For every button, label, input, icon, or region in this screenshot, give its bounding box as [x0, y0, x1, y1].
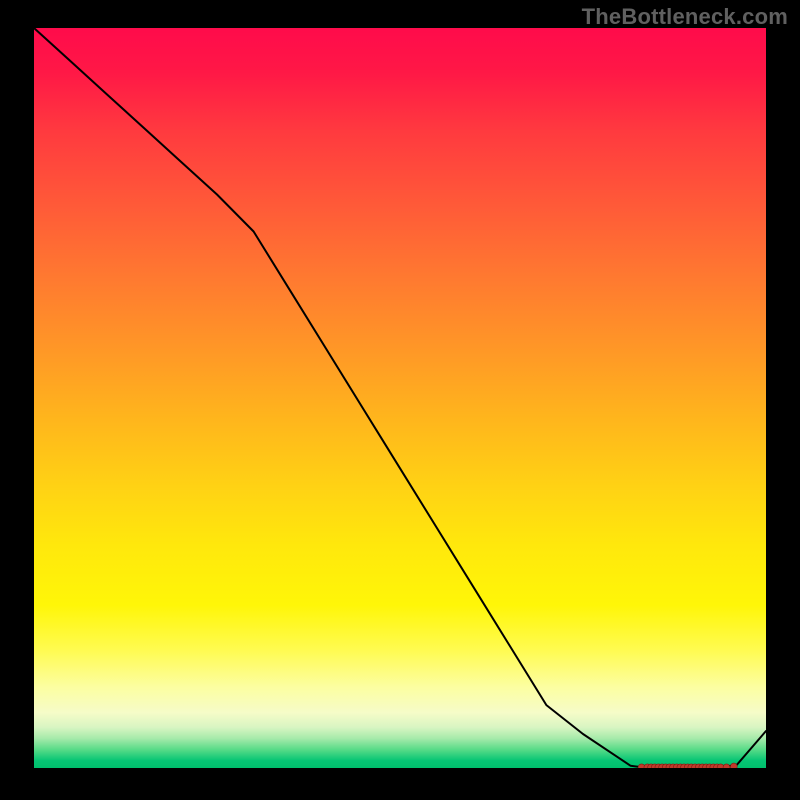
marker-dot	[730, 763, 737, 768]
bottom-cluster-markers	[638, 763, 737, 768]
marker-dot	[723, 764, 730, 768]
chart-svg	[34, 28, 766, 768]
plot-area	[34, 28, 766, 768]
chart-frame: TheBottleneck.com	[0, 0, 800, 800]
watermark-text: TheBottleneck.com	[582, 4, 788, 30]
main-curve-line	[34, 28, 766, 768]
